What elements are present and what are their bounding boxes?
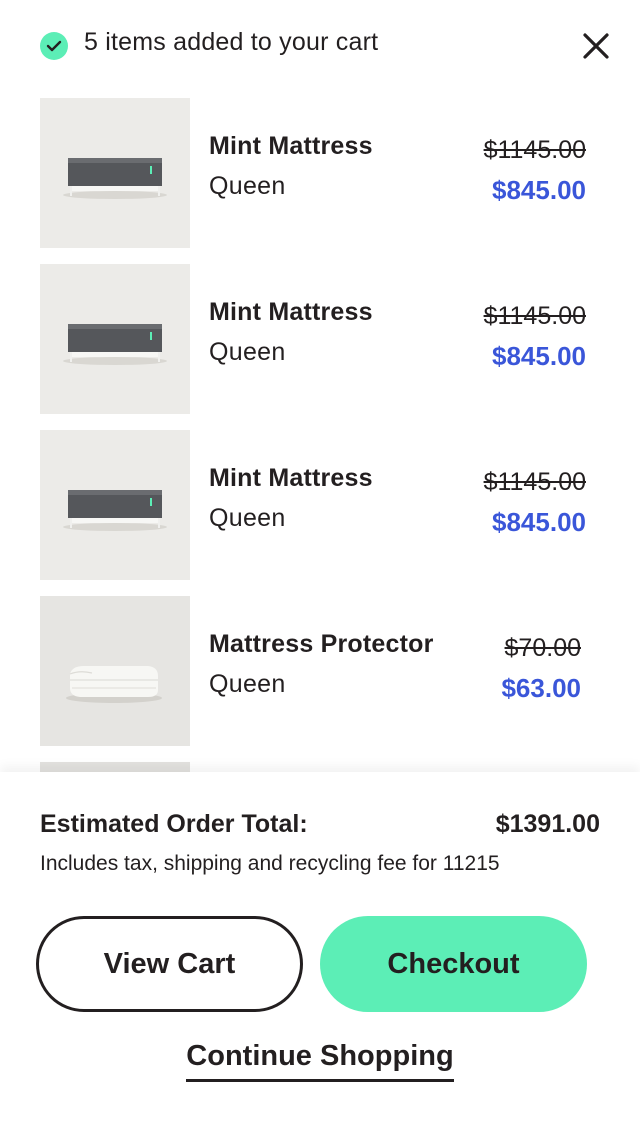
cart-item[interactable]: Mint Mattress Queen $1145.00 $845.00 bbox=[0, 430, 640, 580]
product-image[interactable] bbox=[40, 762, 190, 772]
checkout-button[interactable]: Checkout bbox=[320, 916, 587, 1012]
item-name[interactable]: Mattress Protector bbox=[209, 630, 434, 659]
original-price: $1145.00 bbox=[483, 468, 586, 496]
close-icon[interactable] bbox=[578, 28, 614, 64]
order-total-value: $1391.00 bbox=[495, 810, 600, 838]
mattress-image[interactable] bbox=[40, 98, 190, 248]
cart-items-list[interactable]: Mint Mattress Queen $1145.00 $845.00 Min… bbox=[0, 98, 640, 772]
view-cart-button[interactable]: View Cart bbox=[36, 916, 303, 1012]
sale-price: $845.00 bbox=[492, 175, 586, 205]
added-to-cart-message: 5 items added to your cart bbox=[84, 28, 379, 56]
mattress-image[interactable] bbox=[40, 430, 190, 580]
item-variant: Queen bbox=[209, 172, 286, 200]
original-price: $1145.00 bbox=[483, 302, 586, 330]
sale-price: $63.00 bbox=[501, 673, 581, 703]
order-total-label: Estimated Order Total: bbox=[40, 810, 308, 838]
sale-price: $845.00 bbox=[492, 507, 586, 537]
order-summary-panel: Estimated Order Total: $1391.00 Includes… bbox=[0, 772, 640, 1136]
mattress-protector-image[interactable] bbox=[40, 596, 190, 746]
item-variant: Queen bbox=[209, 670, 286, 698]
item-name[interactable]: Mint Mattress bbox=[209, 132, 373, 161]
mattress-image[interactable] bbox=[40, 264, 190, 414]
cart-notification-header: 5 items added to your cart bbox=[0, 0, 640, 90]
item-name[interactable]: Mint Mattress bbox=[209, 464, 373, 493]
original-price: $1145.00 bbox=[483, 136, 586, 164]
sale-price: $845.00 bbox=[492, 341, 586, 371]
cart-item[interactable]: Mattress Protector Queen $70.00 $63.00 bbox=[0, 596, 640, 746]
cart-item-partial[interactable] bbox=[0, 762, 640, 772]
item-variant: Queen bbox=[209, 504, 286, 532]
continue-shopping-row: Continue Shopping bbox=[0, 1040, 640, 1082]
item-variant: Queen bbox=[209, 338, 286, 366]
tax-shipping-note: Includes tax, shipping and recycling fee… bbox=[40, 852, 500, 875]
cart-item[interactable]: Mint Mattress Queen $1145.00 $845.00 bbox=[0, 264, 640, 414]
original-price: $70.00 bbox=[504, 634, 581, 662]
item-name[interactable]: Mint Mattress bbox=[209, 298, 373, 327]
continue-shopping-link[interactable]: Continue Shopping bbox=[186, 1040, 454, 1082]
check-circle-icon bbox=[40, 32, 68, 60]
cart-item[interactable]: Mint Mattress Queen $1145.00 $845.00 bbox=[0, 98, 640, 248]
